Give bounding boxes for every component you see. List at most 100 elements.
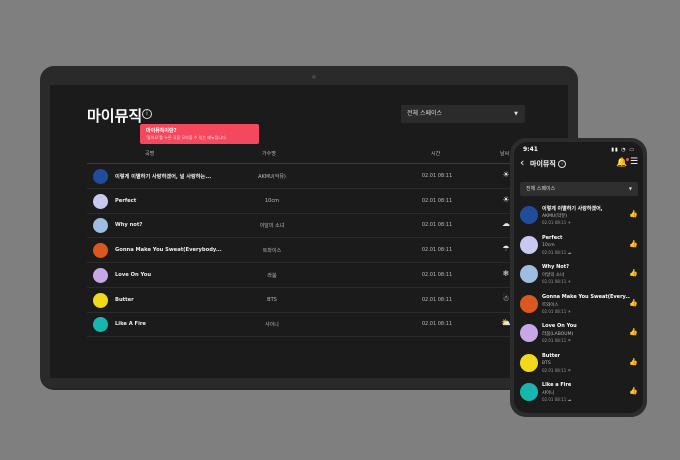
space-select[interactable]: 전체 스페이스 ▼ bbox=[520, 182, 638, 196]
list-item[interactable]: Love On You 라붐(LABOUM) 02.01 08:11 ☂ 👍 bbox=[518, 320, 642, 349]
album-art bbox=[93, 169, 108, 184]
column-song: 곡명 bbox=[145, 151, 155, 157]
page-title: 마이뮤직 bbox=[87, 107, 143, 125]
played-date: 02.01 08:11 ☁ bbox=[542, 397, 572, 402]
list-item[interactable]: Why Not? 이달의 소녀 02.01 08:11 ☀ 👍 bbox=[518, 261, 642, 290]
song-title: Like A Fire bbox=[115, 321, 146, 328]
tablet-camera bbox=[312, 75, 316, 79]
played-time: 02.01 08:11 bbox=[421, 247, 453, 254]
chevron-down-icon: ▼ bbox=[514, 111, 518, 117]
bell-icon[interactable]: 🔔 bbox=[616, 158, 630, 168]
list-item[interactable]: Gonna Make You Sweat(Every... 트와이스 02.01 0… bbox=[518, 291, 642, 320]
status-time: 9:41 bbox=[523, 146, 538, 153]
played-date: 02.01 08:11 ☁ bbox=[542, 249, 572, 255]
song-title: Love On You bbox=[542, 323, 577, 329]
played-date: 02.01 08:11 ☀ bbox=[542, 308, 572, 314]
column-time: 시간 bbox=[431, 151, 441, 157]
artist-name: AKMU(악뮤) bbox=[258, 174, 286, 180]
album-art bbox=[93, 218, 108, 234]
like-icon[interactable]: 👍 bbox=[629, 299, 638, 307]
table-row[interactable]: Like A Fire 샤이니 02.01 08:11 ⛅ bbox=[87, 312, 568, 338]
like-icon[interactable]: 👍 bbox=[629, 328, 638, 336]
artist-name: BTS bbox=[542, 360, 551, 366]
song-title: Gonna Make You Sweat(Everybody... bbox=[115, 247, 222, 254]
played-date: 02.01 08:11 ☂ bbox=[542, 367, 572, 373]
column-weather: 날씨 bbox=[500, 151, 510, 157]
space-select[interactable]: 전체 스페이스 ▼ bbox=[401, 105, 525, 123]
space-select-label: 전체 스페이스 bbox=[407, 110, 443, 117]
list-item[interactable]: Like a Fire 샤이니 02.01 08:11 ☁ 👍 bbox=[518, 379, 642, 408]
album-art bbox=[520, 265, 538, 283]
album-art bbox=[93, 292, 108, 308]
album-art bbox=[93, 267, 108, 283]
song-title: Like a Fire bbox=[542, 382, 572, 388]
info-tooltip: 마이뮤직이란? '좋아요'를 누른 곡을 모아볼 수 있는 메뉴입니다. bbox=[140, 124, 259, 144]
phone-page-title: 마이뮤직 bbox=[530, 160, 556, 168]
status-icons: ▮▮ ◔ ▭ bbox=[611, 147, 635, 153]
tooltip-text: '좋아요'를 누른 곡을 모아볼 수 있는 메뉴입니다. bbox=[146, 135, 228, 140]
song-title: Butter bbox=[115, 296, 134, 303]
song-title: Butter bbox=[542, 352, 561, 359]
table-row[interactable]: Why not? 이달의 소녀 02.01 08:11 ☁ bbox=[87, 213, 568, 239]
space-select-label: 전체 스페이스 bbox=[526, 186, 556, 192]
album-art bbox=[93, 193, 108, 209]
played-date: 02.01 08:11 ☀ bbox=[542, 220, 572, 225]
song-title: Gonna Make You Sweat(Every... bbox=[542, 293, 630, 300]
artist-name: 트와이스 bbox=[262, 248, 282, 255]
like-icon[interactable]: 👍 bbox=[629, 269, 638, 277]
song-title: Perfect bbox=[115, 197, 137, 204]
artist-name: 10cm bbox=[542, 242, 555, 248]
played-time: 02.01 08:11 bbox=[421, 321, 453, 328]
played-date: 02.01 08:11 ☂ bbox=[542, 338, 572, 343]
album-art bbox=[520, 383, 538, 401]
played-time: 02.01 08:11 bbox=[421, 296, 453, 303]
played-time: 02.01 08:11 bbox=[421, 197, 453, 204]
artist-name: 샤이니 bbox=[265, 322, 279, 329]
album-art bbox=[520, 353, 538, 372]
album-art bbox=[520, 206, 538, 224]
table-row[interactable]: Butter BTS 02.01 08:11 ☃ bbox=[87, 288, 568, 313]
tablet-screen: 마이뮤직 i 전체 스페이스 ▼ 마이뮤직이란? '좋아요'를 누른 곡을 모아… bbox=[50, 85, 568, 378]
chevron-down-icon: ▼ bbox=[628, 186, 632, 191]
artist-name: AKMU(악뮤) bbox=[542, 214, 567, 219]
played-time: 02.01 08:11 bbox=[421, 271, 453, 278]
artist-name: 10cm bbox=[265, 197, 279, 204]
like-icon[interactable]: 👍 bbox=[629, 240, 638, 248]
like-icon[interactable]: 👍 bbox=[629, 387, 638, 395]
table-row[interactable]: Gonna Make You Sweat(Everybody... 트와이스 02.… bbox=[87, 238, 568, 264]
table-row[interactable]: Perfect 10cm 02.01 08:11 ☀ bbox=[87, 189, 568, 214]
list-item[interactable]: Butter BTS 02.01 08:11 ☂ 👍 bbox=[518, 350, 642, 379]
phone-screen: 9:41 ▮▮ ◔ ▭ ‹ 마이뮤직 i 🔔 ☰ 전체 스페이스 ▼ 이렇게 이… bbox=[514, 142, 643, 413]
album-art bbox=[93, 317, 108, 333]
song-title: Why Not? bbox=[542, 264, 569, 270]
menu-icon[interactable]: ☰ bbox=[630, 157, 638, 167]
artist-name: 샤이니 bbox=[542, 391, 555, 396]
artist-name: 라붐(LABOUM) bbox=[542, 332, 574, 337]
tablet-device: 마이뮤직 i 전체 스페이스 ▼ 마이뮤직이란? '좋아요'를 누른 곡을 모아… bbox=[40, 66, 578, 388]
album-art bbox=[520, 324, 538, 342]
table-row[interactable]: 이렇게 이별하기 사랑하겠어, 널 사랑하는... AKMU(악뮤) 02.01 0… bbox=[87, 164, 568, 189]
info-icon[interactable]: i bbox=[142, 109, 152, 119]
info-icon[interactable]: i bbox=[558, 160, 566, 168]
played-date: 02.01 08:11 ☀ bbox=[542, 279, 572, 284]
song-title: Why not? bbox=[115, 222, 143, 229]
played-time: 02.01 08:11 bbox=[421, 173, 453, 179]
list-item[interactable]: Perfect 10cm 02.01 08:11 ☁ 👍 bbox=[518, 232, 642, 261]
song-title: 이렇게 이별하기 사랑하겠어, 널 사랑하는... bbox=[115, 174, 212, 180]
list-item[interactable]: 이렇게 이별하기 사랑하겠어, AKMU(악뮤) 02.01 08:11 ☀ 👍 bbox=[518, 202, 642, 231]
album-art bbox=[520, 235, 538, 254]
tooltip-title: 마이뮤직이란? bbox=[146, 128, 177, 134]
artist-name: 이달의 소녀 bbox=[542, 273, 565, 278]
table-header: 곡명 가수명 시간 날씨 bbox=[87, 145, 568, 164]
album-art bbox=[520, 294, 538, 313]
song-title: Love On You bbox=[115, 271, 152, 278]
column-artist: 가수명 bbox=[262, 151, 276, 157]
back-icon[interactable]: ‹ bbox=[520, 156, 524, 169]
like-icon[interactable]: 👍 bbox=[629, 210, 638, 218]
artist-name: 이달의 소녀 bbox=[259, 223, 285, 230]
played-time: 02.01 08:11 bbox=[421, 222, 453, 229]
table-row[interactable]: Love On You 라붐 02.01 08:11 ❄ bbox=[87, 263, 568, 288]
artist-name: 트와이스 bbox=[542, 302, 559, 308]
like-icon[interactable]: 👍 bbox=[629, 358, 638, 366]
phone-device: 9:41 ▮▮ ◔ ▭ ‹ 마이뮤직 i 🔔 ☰ 전체 스페이스 ▼ 이렇게 이… bbox=[510, 138, 647, 417]
